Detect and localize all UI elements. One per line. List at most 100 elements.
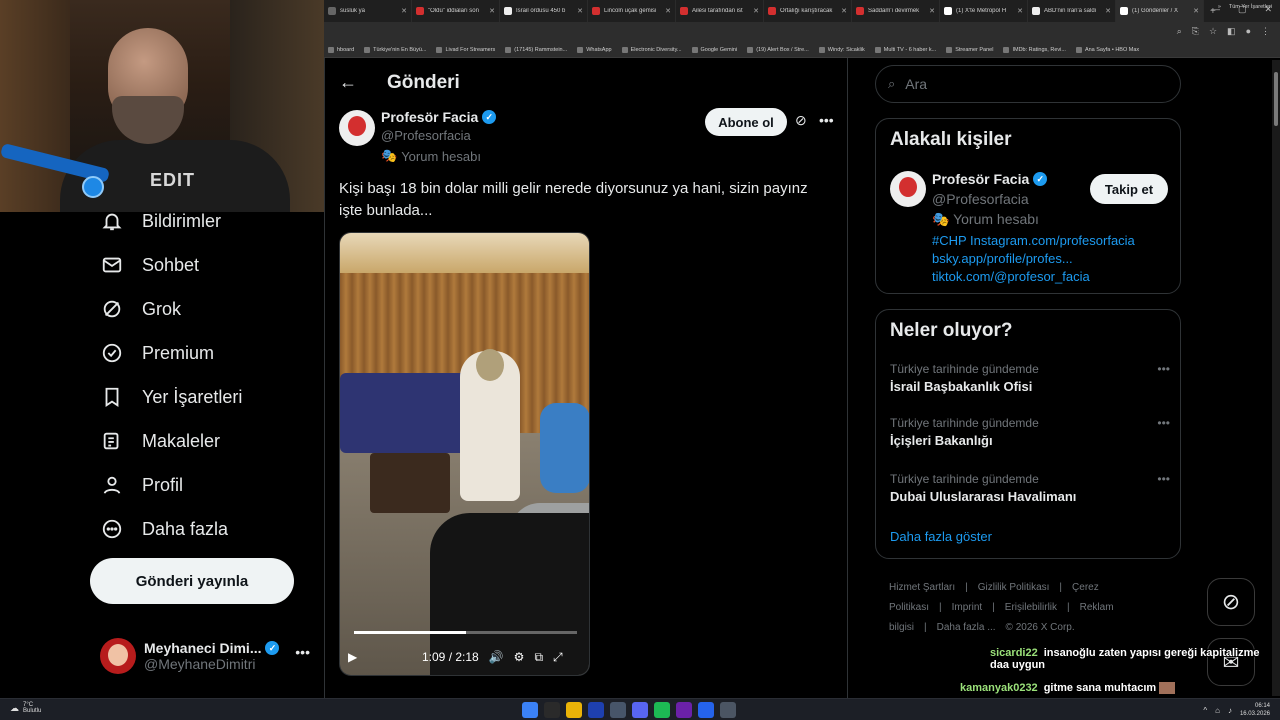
search-input[interactable] <box>905 76 1146 92</box>
nav-item[interactable]: Premium <box>100 336 214 370</box>
bookmark-item[interactable]: hboard <box>328 46 354 53</box>
browser-tab[interactable]: (1) X'te Metropol H ✕ <box>940 0 1028 22</box>
related-link[interactable]: #CHP Instagram.com/profesorfacia <box>932 233 1135 248</box>
all-bookmarks[interactable]: Tüm Yer İşaretleri <box>1229 4 1272 10</box>
volume-icon[interactable]: 🔊 <box>489 650 504 664</box>
trend-item[interactable]: Türkiye tarihinde gündemde İsrail Başbak… <box>890 362 1170 394</box>
post-author-avatar[interactable] <box>339 110 375 146</box>
grok-fab-icon[interactable]: ⊘ <box>1207 578 1255 626</box>
bookmark-item[interactable]: Livad For Streamers <box>436 46 495 53</box>
close-tab-icon[interactable]: ✕ <box>665 7 671 15</box>
bookmark-item[interactable]: Multi TV - 6 haber k... <box>874 46 936 53</box>
browser-tab[interactable]: ABD'nin İran'a saldı ✕ <box>1028 0 1116 22</box>
related-link[interactable]: bsky.app/profile/profes... <box>932 251 1073 266</box>
more-icon[interactable]: ••• <box>295 644 310 660</box>
more-icon[interactable]: ••• <box>819 112 834 128</box>
nav-item[interactable]: Makaleler <box>100 424 220 458</box>
bookmark-item[interactable]: IMDb: Ratings, Revi... <box>1003 46 1066 53</box>
nav-item[interactable]: Grok <box>100 292 181 326</box>
nav-item[interactable]: Yer İşaretleri <box>100 380 242 414</box>
more-icon[interactable]: ••• <box>1157 472 1170 486</box>
bookmark-item[interactable]: Türkiye'nin En Büyü... <box>364 46 426 53</box>
footer-link[interactable]: © 2026 X Corp. <box>1006 622 1075 633</box>
menu-icon[interactable]: ⋮ <box>1261 26 1270 37</box>
account-switcher[interactable]: Meyhaneci Dimi... ✓ @MeyhaneDimitri ••• <box>100 634 310 678</box>
nav-item[interactable]: Bildirimler <box>100 204 221 238</box>
related-handle[interactable]: @Profesorfacia <box>932 191 1029 207</box>
nav-item[interactable]: Profil <box>100 468 183 502</box>
footer-link[interactable]: Erişilebilirlik <box>1005 602 1057 613</box>
post-button[interactable]: Gönderi yayınla <box>90 558 294 604</box>
clock[interactable]: 06:14 16.03.2026 <box>1240 702 1270 718</box>
footer-link[interactable]: Hizmet Şartları <box>889 582 955 593</box>
video-player[interactable]: ▶ 1:09 / 2:18 🔊 ⚙ ⧉ ⤢ <box>339 232 590 676</box>
search-box[interactable]: ⌕ <box>875 65 1181 103</box>
related-link[interactable]: tiktok.com/@profesor_facia <box>932 269 1090 284</box>
more-icon[interactable]: ••• <box>1157 416 1170 430</box>
post-author-name[interactable]: Profesör Facia ✓ <box>381 109 497 125</box>
footer-link[interactable]: Daha fazla ... <box>937 622 996 633</box>
footer-link[interactable]: Imprint <box>952 602 983 613</box>
post-author-handle[interactable]: @Profesorfacia <box>381 128 471 143</box>
browser-tab[interactable]: Saddam'ı devirmek ✕ <box>852 0 940 22</box>
fullscreen-icon[interactable]: ⤢ <box>553 650 563 665</box>
weather-widget[interactable]: ☁ 7°C Bulutlu <box>10 702 41 714</box>
profile-icon[interactable]: ● <box>1246 26 1251 37</box>
steam-icon[interactable] <box>610 702 626 718</box>
bookmark-item[interactable]: Electronic Diversity... <box>621 46 682 53</box>
close-tab-icon[interactable]: ✕ <box>1105 7 1111 15</box>
close-tab-icon[interactable]: ✕ <box>929 7 935 15</box>
back-arrow-icon[interactable]: ← <box>339 72 357 93</box>
close-tab-icon[interactable]: ✕ <box>401 7 407 15</box>
browser-tab[interactable]: Lincoln uçak gemisi ✕ <box>588 0 676 22</box>
browser-tab[interactable]: (1) Gönderiler / X ✕ <box>1116 0 1204 22</box>
scrollbar[interactable] <box>1272 60 1280 696</box>
browser-tab[interactable]: "Öldü" iddiaları son ✕ <box>412 0 500 22</box>
app-icon[interactable] <box>676 702 692 718</box>
settings-icon[interactable]: ⚙ <box>514 650 525 664</box>
browser-tab[interactable]: Ailesi tarafından ist ✕ <box>676 0 764 22</box>
address-bar[interactable]: ⌕ ⎘ ☆ ◧ ● ⋮ <box>324 22 1280 42</box>
footer-link[interactable]: Gizlilik Politikası <box>978 582 1050 593</box>
scrollbar-thumb[interactable] <box>1274 72 1278 126</box>
star-icon[interactable]: ☆ <box>1209 26 1217 37</box>
bookmark-item[interactable]: Streamer Panel <box>946 46 993 53</box>
browser-tab[interactable]: İsrail ordusu 450 b ✕ <box>500 0 588 22</box>
close-tab-icon[interactable]: ✕ <box>577 7 583 15</box>
search-icon[interactable] <box>544 702 560 718</box>
more-icon[interactable]: ••• <box>1157 362 1170 376</box>
start-icon[interactable] <box>522 702 538 718</box>
close-tab-icon[interactable]: ✕ <box>489 7 495 15</box>
related-avatar[interactable] <box>890 171 926 207</box>
trend-item[interactable]: Türkiye tarihinde gündemde Dubai Uluslar… <box>890 472 1170 504</box>
bookmark-item[interactable]: (19) Alert Box / Stre... <box>747 46 809 53</box>
nav-item[interactable]: Daha fazla <box>100 512 228 546</box>
browser-tab[interactable]: Ortalığı karıştıracak ✕ <box>764 0 852 22</box>
bookmark-item[interactable]: Ana Sayfa • HBO Max <box>1075 46 1139 53</box>
trend-item[interactable]: Türkiye tarihinde gündemde İçişleri Baka… <box>890 416 1170 448</box>
obs-icon[interactable] <box>720 702 736 718</box>
app-icon[interactable] <box>588 702 604 718</box>
bookmarks-more[interactable]: » <box>1218 4 1221 10</box>
video-progress-bar[interactable] <box>354 631 577 634</box>
spotify-icon[interactable] <box>654 702 670 718</box>
grok-icon[interactable]: ⊘ <box>795 112 807 129</box>
play-icon[interactable]: ▶ <box>348 650 366 664</box>
bookmark-item[interactable]: (17145) Rammstein... <box>505 46 567 53</box>
close-tab-icon[interactable]: ✕ <box>753 7 759 15</box>
volume-icon[interactable]: ♪ <box>1228 706 1232 715</box>
extensions-icon[interactable]: ◧ <box>1227 26 1236 37</box>
close-tab-icon[interactable]: ✕ <box>1017 7 1023 15</box>
follow-button[interactable]: Takip et <box>1090 174 1168 204</box>
related-name[interactable]: Profesör Facia ✓ <box>932 171 1048 187</box>
browser-tab[interactable]: susluk ya ✕ <box>324 0 412 22</box>
discord-icon[interactable] <box>632 702 648 718</box>
chevron-up-icon[interactable]: ^ <box>1203 706 1207 715</box>
zoom-icon[interactable]: ⌕ <box>1177 26 1182 37</box>
bookmark-item[interactable]: WhatsApp <box>577 46 612 53</box>
network-icon[interactable]: ⌂ <box>1215 706 1220 715</box>
bookmark-item[interactable]: Windy: Sicaklik <box>818 46 865 53</box>
app-icon[interactable] <box>698 702 714 718</box>
file-explorer-icon[interactable] <box>566 702 582 718</box>
pip-icon[interactable]: ⧉ <box>534 650 543 665</box>
